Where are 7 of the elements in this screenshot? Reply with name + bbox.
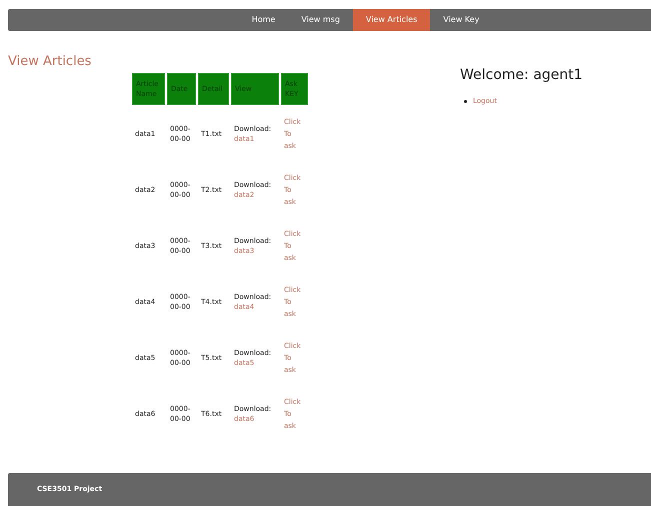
nav-tab[interactable]: View Articles	[352, 9, 430, 31]
welcome-heading: Welcome: agent1	[460, 66, 583, 85]
bullet-icon	[464, 100, 467, 103]
nav-tab[interactable]: View Key	[430, 9, 492, 31]
nav-tab[interactable]: View msg	[288, 9, 353, 31]
nav-tab[interactable]: Home	[238, 9, 288, 31]
page-heading: View Articles	[8, 55, 92, 68]
